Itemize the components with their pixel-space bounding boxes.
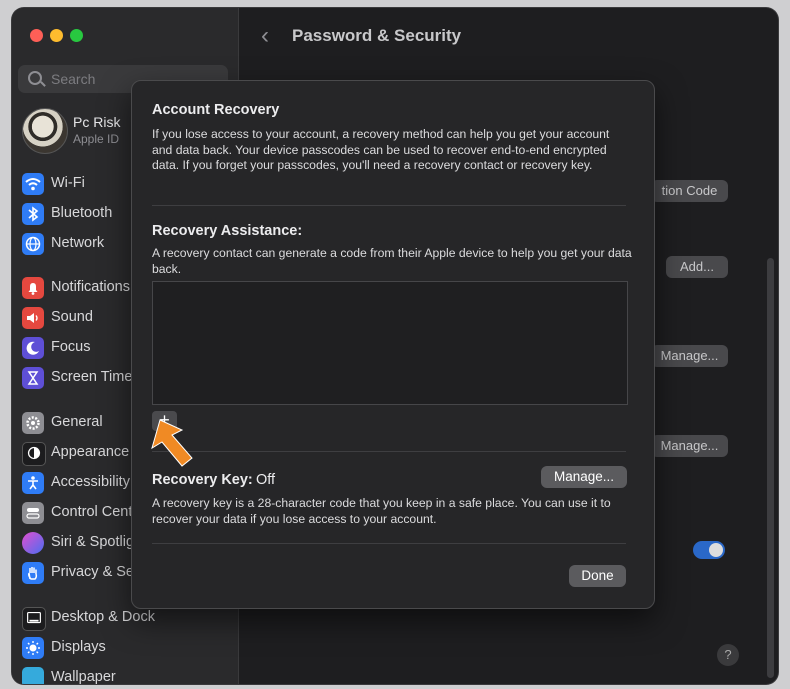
sidebar-item-displays[interactable]: Displays: [22, 634, 238, 662]
bluetooth-icon: [22, 203, 44, 225]
avatar: [22, 108, 68, 154]
recovery-assistance-title: Recovery Assistance:: [152, 223, 303, 239]
divider: [152, 543, 626, 544]
scrollbar[interactable]: [767, 258, 774, 678]
sidebar-item-label: Bluetooth: [51, 205, 113, 221]
sidebar-item-label: Sound: [51, 309, 93, 325]
manage-button[interactable]: Manage...: [651, 435, 728, 457]
moon-icon: [22, 337, 44, 359]
speaker-icon: [22, 307, 44, 329]
sidebar-item-label: Notifications: [51, 279, 130, 295]
manage-recovery-key-button[interactable]: Manage...: [541, 466, 627, 488]
annotation-arrow-icon: [151, 419, 193, 467]
globe-icon: [22, 233, 44, 255]
sidebar-item-label: Appearance: [51, 444, 130, 460]
sidebar-item-label: Wi-Fi: [51, 175, 85, 191]
recovery-key-label: Recovery Key:: [152, 472, 253, 488]
sidebar-item-label: Displays: [51, 639, 106, 655]
sidebar-item-label: Focus: [51, 339, 91, 355]
accessibility-icon: [22, 472, 44, 494]
sidebar-item-label: General: [51, 414, 103, 430]
control-centre-icon: [22, 502, 44, 524]
account-recovery-title: Account Recovery: [152, 102, 280, 118]
sidebar-item-label: Network: [51, 235, 105, 251]
divider: [152, 205, 626, 206]
profile-name: Pc Risk: [73, 114, 121, 130]
back-chevron-icon[interactable]: ‹: [261, 22, 269, 50]
recovery-assistance-description: A recovery contact can generate a code f…: [152, 246, 632, 276]
dock-icon: [22, 607, 46, 631]
gear-icon: [22, 412, 44, 434]
minimize-window-button[interactable]: [50, 29, 63, 42]
add-button[interactable]: Add...: [666, 256, 728, 278]
divider: [152, 451, 626, 452]
wifi-icon: [22, 173, 44, 195]
search-icon: [28, 71, 42, 85]
hourglass-icon: [22, 367, 44, 389]
sun-icon: [22, 637, 44, 659]
appearance-icon: [22, 442, 46, 466]
page-title: Password & Security: [292, 26, 462, 45]
search-placeholder: Search: [51, 71, 96, 87]
done-button[interactable]: Done: [569, 565, 626, 587]
wallpaper-icon: [22, 667, 44, 684]
recovery-contacts-list[interactable]: [152, 281, 628, 405]
bell-icon: [22, 277, 44, 299]
sidebar-item-label: Accessibility: [51, 474, 130, 490]
close-window-button[interactable]: [30, 29, 43, 42]
change-verification-code-button[interactable]: tion Code: [651, 180, 728, 202]
sidebar-item-label: Screen Time: [51, 369, 133, 385]
sidebar-item-label: Wallpaper: [51, 669, 116, 684]
hand-icon: [22, 562, 44, 584]
toggle-switch[interactable]: [693, 541, 725, 559]
sidebar-item-wallpaper[interactable]: Wallpaper: [22, 664, 238, 684]
zoom-window-button[interactable]: [70, 29, 83, 42]
help-button[interactable]: ?: [717, 644, 739, 666]
account-recovery-description: If you lose access to your account, a re…: [152, 127, 610, 172]
profile-subtitle: Apple ID: [73, 132, 120, 146]
sidebar-item-label: Desktop & Dock: [51, 609, 155, 625]
manage-button[interactable]: Manage...: [651, 345, 728, 367]
account-recovery-sheet: Account Recovery If you lose access to y…: [131, 80, 655, 609]
siri-icon: [22, 532, 44, 554]
recovery-key-status: Off: [256, 472, 276, 488]
recovery-key-description: A recovery key is a 28-character code th…: [152, 496, 611, 526]
